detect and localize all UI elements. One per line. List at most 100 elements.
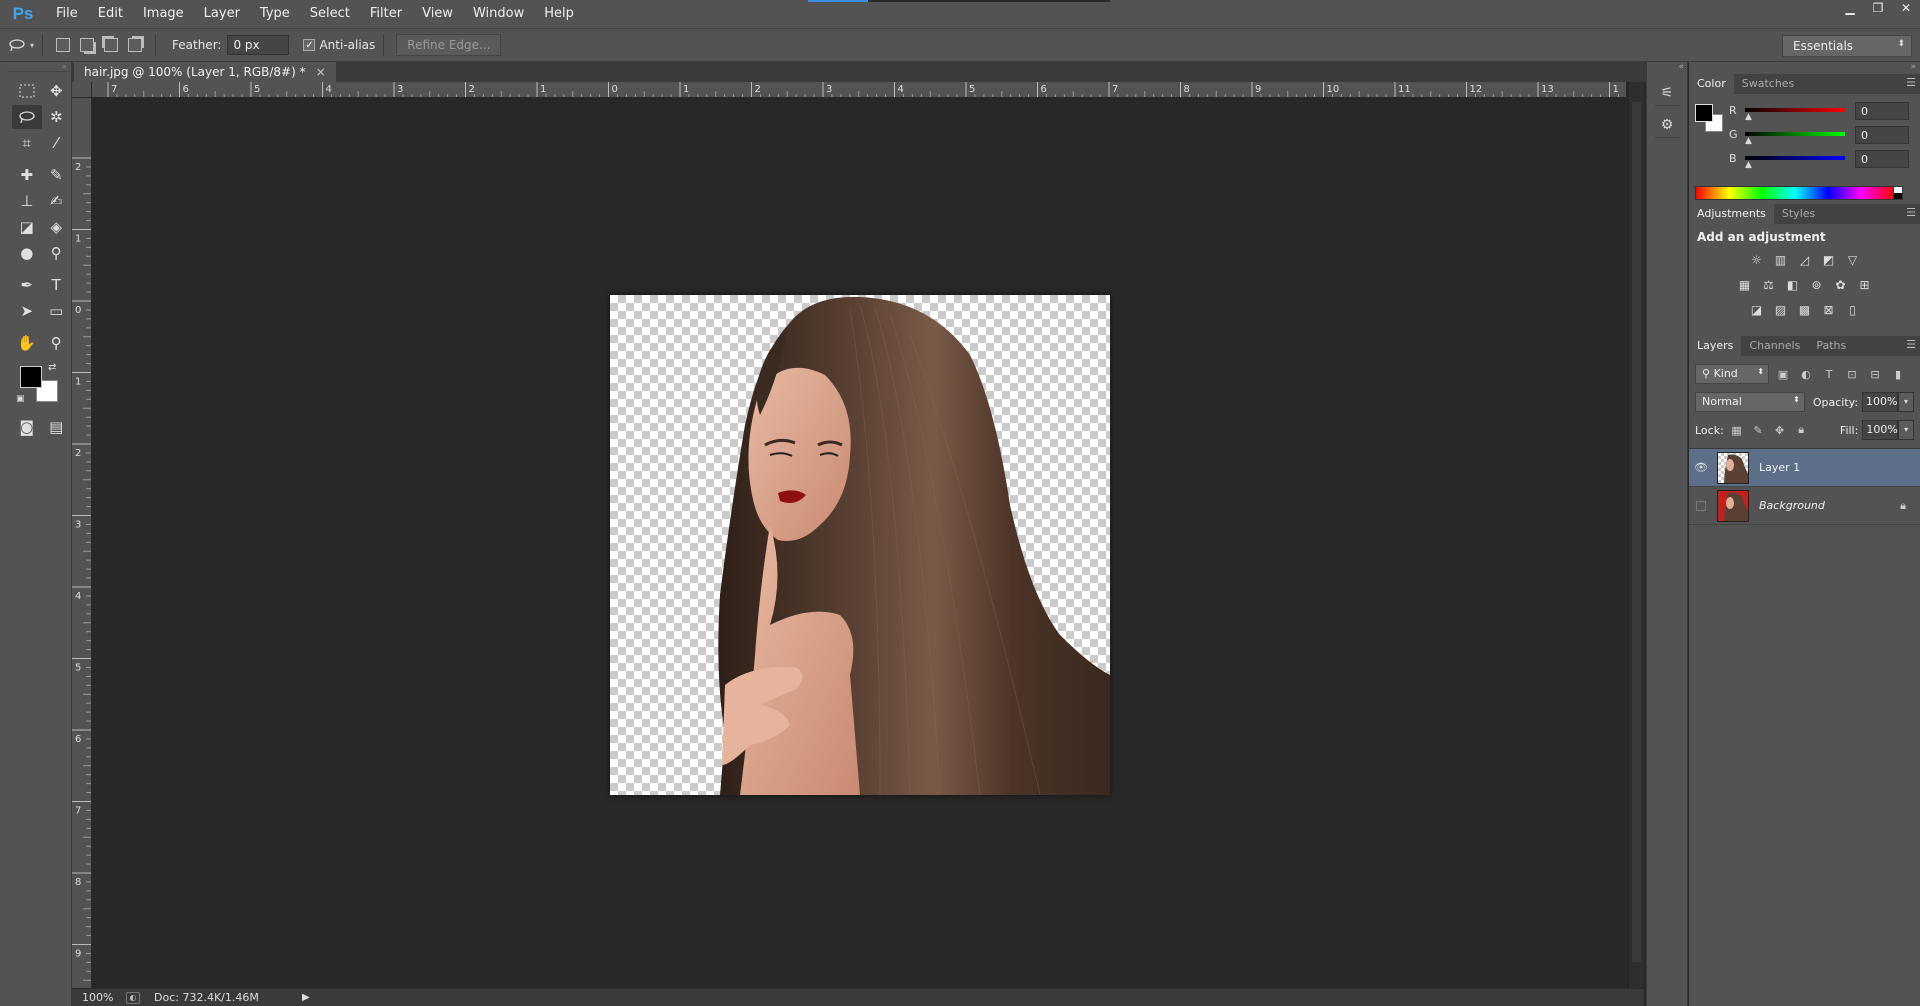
crop-tool-icon[interactable]: ⌗ (12, 131, 42, 155)
menu-window[interactable]: Window (463, 0, 534, 28)
visibility-toggle[interactable] (1696, 500, 1706, 511)
collapse-grip[interactable]: » (8, 62, 71, 72)
minimize-icon[interactable]: ▁ (1836, 0, 1864, 18)
refine-edge-button[interactable]: Refine Edge... (396, 34, 502, 56)
layer-name[interactable]: Background (1759, 499, 1825, 512)
panel-menu-icon[interactable]: ☰ (1906, 76, 1916, 89)
tab-color[interactable]: Color (1689, 74, 1734, 94)
layer-row[interactable]: 👁︎ Layer 1 (1689, 449, 1920, 487)
menu-edit[interactable]: Edit (88, 0, 133, 28)
tab-paths[interactable]: Paths (1808, 336, 1854, 356)
history-panel-icon[interactable]: ⚟ (1654, 80, 1680, 106)
posterize-icon[interactable]: ▨ (1773, 302, 1789, 318)
lock-pixels-icon[interactable]: ✎ (1749, 424, 1767, 437)
blue-slider[interactable] (1745, 156, 1845, 160)
ruler-origin[interactable] (72, 82, 92, 98)
black-white-ramp[interactable] (1893, 186, 1903, 200)
panel-menu-icon[interactable]: ☰ (1906, 338, 1916, 351)
lasso-preset-icon[interactable] (6, 34, 28, 56)
type-filter-icon[interactable]: T (1820, 368, 1838, 381)
threshold-icon[interactable]: ▩ (1797, 302, 1813, 318)
tab-swatches[interactable]: Swatches (1734, 74, 1803, 94)
close-tab-icon[interactable]: × (316, 65, 326, 79)
slider-knob-icon[interactable]: ▲ (1745, 112, 1752, 122)
vibrance-icon[interactable]: ▽ (1845, 252, 1861, 268)
green-value[interactable]: 0 (1855, 126, 1909, 144)
move-tool-icon[interactable]: ✥ (42, 79, 72, 103)
brush-tool-icon[interactable]: ✎ (42, 163, 72, 187)
screen-mode-icon[interactable]: ▤ (42, 415, 72, 439)
channel-mixer-icon[interactable]: ✿ (1833, 277, 1849, 293)
chevron-down-icon[interactable]: ▾ (30, 41, 34, 50)
gradient-map-icon[interactable]: ▯ (1845, 302, 1861, 318)
eraser-icon[interactable]: ◪ (12, 215, 42, 239)
rectangle-tool-icon[interactable]: ▭ (42, 299, 72, 323)
menu-filter[interactable]: Filter (360, 0, 412, 28)
tab-adjustments[interactable]: Adjustments (1689, 204, 1774, 224)
default-colors-icon[interactable]: ▣ (16, 394, 25, 404)
antialias-checkbox[interactable]: ✓ (303, 39, 316, 51)
proof-icon[interactable]: ◐ (126, 991, 140, 1004)
workspace-select[interactable]: Essentials ⬍ (1782, 35, 1912, 57)
panel-menu-icon[interactable]: ☰ (1906, 206, 1916, 219)
tab-channels[interactable]: Channels (1741, 336, 1808, 356)
swap-colors-icon[interactable]: ⇄ (48, 362, 56, 373)
marquee-tool-icon[interactable] (12, 79, 42, 103)
expand-grip[interactable]: « (1647, 62, 1687, 74)
horizontal-ruler[interactable]: 7 6 5 4 3 2 1 0 1 2 3 4 5 6 7 8 9 10 11 12 13 1 (92, 82, 1626, 98)
tab-layers[interactable]: Layers (1689, 336, 1742, 356)
lock-transparent-icon[interactable]: ▦ (1728, 424, 1746, 437)
exposure-icon[interactable]: ◩ (1821, 252, 1837, 268)
menu-file[interactable]: File (46, 0, 88, 28)
foreground-color-swatch[interactable] (20, 366, 42, 388)
collapse-grip[interactable]: » (1689, 62, 1920, 74)
color-balance-icon[interactable]: ⚖ (1761, 277, 1777, 293)
shape-filter-icon[interactable]: ⊡ (1843, 368, 1861, 381)
menu-image[interactable]: Image (133, 0, 194, 28)
eye-icon[interactable]: 👁︎ (1689, 461, 1713, 474)
document-canvas[interactable] (610, 295, 1110, 795)
blend-mode-select[interactable]: Normal ⬍ (1695, 392, 1805, 412)
vertical-ruler[interactable]: 2 1 0 1 2 3 4 5 6 7 8 9 (72, 98, 92, 988)
hand-tool-icon[interactable]: ✋ (12, 331, 42, 355)
photo-filter-icon[interactable]: ⊚ (1809, 277, 1825, 293)
opacity-input[interactable]: 100% (1862, 392, 1899, 412)
hue-saturation-icon[interactable]: ▦ (1737, 277, 1753, 293)
magic-wand-icon[interactable]: ✲ (42, 105, 72, 129)
clone-stamp-icon[interactable]: ⊥ (12, 189, 42, 213)
document-tab[interactable]: hair.jpg @ 100% (Layer 1, RGB/8#) * × (74, 62, 336, 82)
pen-tool-icon[interactable]: ✒ (12, 273, 42, 297)
blur-tool-icon[interactable]: ● (12, 241, 42, 265)
scroll-thumb[interactable] (1632, 102, 1641, 962)
menu-type[interactable]: Type (250, 0, 300, 28)
red-slider[interactable] (1745, 108, 1845, 112)
adjustment-filter-icon[interactable]: ◐ (1797, 368, 1815, 381)
close-icon[interactable]: ✕ (1892, 0, 1920, 18)
slider-knob-icon[interactable]: ▲ (1745, 160, 1752, 170)
chevron-down-icon[interactable]: ▾ (1898, 392, 1914, 412)
filter-toggle-icon[interactable]: ▮ (1889, 368, 1907, 381)
eyedropper-icon[interactable]: ⁄ (42, 131, 72, 155)
new-selection-icon[interactable] (56, 38, 71, 52)
lasso-tool-icon[interactable] (12, 105, 42, 129)
color-lookup-icon[interactable]: ⊞ (1857, 277, 1873, 293)
paint-bucket-icon[interactable]: ◈ (42, 215, 72, 239)
curves-icon[interactable]: ◿ (1797, 252, 1813, 268)
foreground-color-swatch[interactable] (1695, 104, 1713, 122)
history-brush-icon[interactable]: ✍ (42, 189, 72, 213)
lock-position-icon[interactable]: ✥ (1771, 424, 1789, 437)
pixel-filter-icon[interactable]: ▣ (1774, 368, 1792, 381)
intersect-selection-icon[interactable] (128, 38, 143, 52)
brightness-icon[interactable]: ☼ (1749, 252, 1765, 268)
menu-view[interactable]: View (412, 0, 463, 28)
slider-knob-icon[interactable]: ▲ (1745, 136, 1752, 146)
kind-filter-select[interactable]: ⚲ Kind ⬍ (1695, 364, 1769, 384)
green-slider[interactable] (1745, 132, 1845, 136)
chevron-down-icon[interactable]: ▾ (1898, 420, 1914, 440)
levels-icon[interactable]: ▥ (1773, 252, 1789, 268)
dodge-tool-icon[interactable]: ⚲ (42, 241, 72, 265)
invert-icon[interactable]: ◪ (1749, 302, 1765, 318)
blue-value[interactable]: 0 (1855, 150, 1909, 168)
zoom-level[interactable]: 100% (72, 991, 118, 1004)
tab-styles[interactable]: Styles (1774, 204, 1823, 224)
